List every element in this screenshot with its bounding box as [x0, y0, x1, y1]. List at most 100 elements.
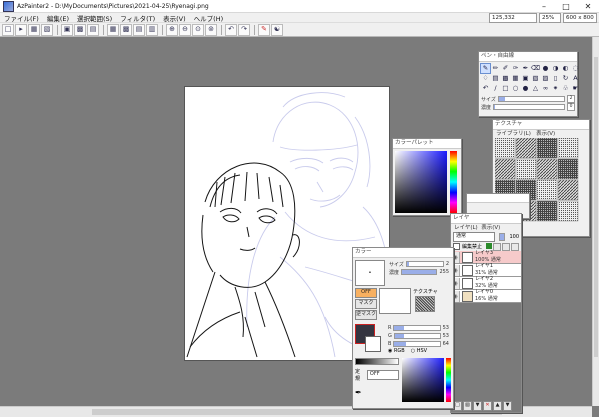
smudge-icon[interactable]: ◌	[571, 64, 580, 73]
save-as-icon[interactable]: ▧	[41, 23, 53, 36]
text-icon[interactable]: A	[571, 74, 580, 83]
tool-size-slider[interactable]	[497, 96, 565, 102]
panel-toggle-icon[interactable]: ▣	[61, 23, 73, 36]
curve-icon[interactable]: ↶	[481, 84, 490, 93]
ellipse-icon[interactable]: ○	[511, 84, 520, 93]
color-spectrum[interactable]	[393, 149, 461, 215]
texture-menu-library[interactable]: ライブラリ(L)	[496, 131, 531, 137]
minimize-button[interactable]: –	[533, 0, 555, 13]
open-file-icon[interactable]: ▸	[15, 23, 27, 36]
stamp-icon[interactable]: ♧	[561, 84, 570, 93]
move-icon[interactable]: ▯	[551, 74, 560, 83]
brush-icon[interactable]: ✏	[491, 64, 500, 73]
menu-view[interactable]: 表示(V)	[159, 13, 190, 23]
horizontal-scroll-thumb[interactable]	[92, 409, 502, 415]
menu-help[interactable]: ヘルプ(H)	[190, 13, 227, 23]
zoom-in-icon[interactable]: ⊕	[166, 23, 178, 36]
tool-density-slider[interactable]	[493, 104, 565, 110]
panel-toggle-icon[interactable]: ▩	[74, 23, 86, 36]
texture-icon[interactable]: ▩	[501, 74, 510, 83]
copy-icon[interactable]: ▧	[531, 74, 540, 83]
grid-icon[interactable]: ▦	[107, 23, 119, 36]
blend-mode-select[interactable]: 通常	[453, 232, 495, 242]
redo-icon[interactable]: ↷	[238, 23, 250, 36]
layer-menu-layer[interactable]: レイヤ(L)	[454, 225, 478, 231]
tool-icon[interactable]: ✎	[258, 23, 270, 36]
new-layer-icon[interactable]	[486, 242, 492, 249]
close-button[interactable]: ✕	[577, 0, 599, 13]
grid-icon[interactable]: ▥	[146, 23, 158, 36]
eraser-icon[interactable]: ⌫	[531, 64, 540, 73]
background-color-swatch[interactable]	[365, 336, 381, 352]
line-icon[interactable]: /	[491, 84, 500, 93]
texture-preview[interactable]	[415, 296, 436, 312]
pattern-icon[interactable]: ▦	[511, 74, 520, 83]
vertical-scroll-thumb[interactable]	[594, 57, 598, 357]
tool-icon[interactable]: ☯	[271, 23, 283, 36]
color-picker-field[interactable]	[401, 358, 451, 402]
spray-icon[interactable]: ⁕	[551, 84, 560, 93]
color-swatch-pair[interactable]	[355, 324, 383, 354]
layer-option-icon[interactable]	[502, 242, 510, 251]
fill-icon[interactable]: ♢	[481, 74, 490, 83]
polygon-icon[interactable]: △	[531, 84, 540, 93]
layer-menu-view[interactable]: 表示(V)	[481, 225, 500, 231]
texture-menu-view[interactable]: 表示(V)	[536, 131, 555, 137]
layer-option-icon[interactable]	[493, 242, 501, 251]
zoom-fit-icon[interactable]: ⊚	[205, 23, 217, 36]
reverse-mask-button[interactable]: 逆マスク	[355, 310, 377, 320]
layer-add-icon[interactable]: □	[453, 401, 462, 411]
hsv-radio[interactable]: ○ HSV	[411, 348, 427, 354]
layer-option-icon[interactable]	[511, 242, 519, 251]
layer-down-icon[interactable]: ▼	[503, 401, 512, 411]
menu-edit[interactable]: 編集(E)	[43, 13, 73, 23]
blur-icon[interactable]: ●	[541, 64, 550, 73]
gradient-icon[interactable]: ▤	[491, 74, 500, 83]
red-slider[interactable]	[393, 325, 441, 331]
menu-filter[interactable]: フィルタ(T)	[116, 13, 159, 23]
menu-selection[interactable]: 選択範囲(S)	[73, 13, 116, 23]
layer-copy-icon[interactable]: ▧	[463, 401, 472, 411]
layer-delete-icon[interactable]: ✕	[483, 401, 492, 411]
edit-lock-checkbox[interactable]	[453, 243, 460, 250]
paste-icon[interactable]: ▨	[541, 74, 550, 83]
rotate-icon[interactable]: ↻	[561, 74, 570, 83]
dodge-icon[interactable]: ◑	[551, 64, 560, 73]
grid-icon[interactable]: ▩	[120, 23, 132, 36]
layer-row[interactable]: ◉ レイヤ0 16% 通常	[451, 289, 521, 303]
brush-density-slider[interactable]	[401, 269, 438, 275]
ruler-select[interactable]: OFF	[366, 370, 399, 380]
airbrush-icon[interactable]: ✒	[521, 64, 530, 73]
rgb-radio[interactable]: ◉ RGB	[388, 348, 405, 354]
zoom-reset-icon[interactable]: ⊙	[192, 23, 204, 36]
brush-size-slider[interactable]	[405, 261, 444, 267]
pen-icon[interactable]: ✎	[480, 63, 491, 74]
tool-density-value[interactable]: 0	[567, 103, 575, 111]
grid-icon[interactable]: ▤	[133, 23, 145, 36]
menu-file[interactable]: ファイル(F)	[0, 13, 43, 23]
burn-icon[interactable]: ◐	[561, 64, 570, 73]
mask-button[interactable]: マスク	[355, 299, 377, 309]
layer-opacity-slider[interactable]	[499, 233, 506, 241]
brush-shape-preview[interactable]	[379, 288, 411, 314]
rect-icon[interactable]: □	[501, 84, 510, 93]
lasso-icon[interactable]: ∞	[541, 84, 550, 93]
zoom-out-icon[interactable]: ⊖	[179, 23, 191, 36]
gradient-bar[interactable]	[355, 358, 399, 365]
fill-ellipse-icon[interactable]: ●	[521, 84, 530, 93]
save-icon[interactable]: ▦	[28, 23, 40, 36]
vertical-scrollbar[interactable]	[592, 37, 599, 406]
eyedropper-icon[interactable]: ✒	[355, 388, 399, 397]
undo-icon[interactable]: ↶	[225, 23, 237, 36]
select-icon[interactable]: ▣	[521, 74, 530, 83]
layer-merge-icon[interactable]: ▼	[473, 401, 482, 411]
off-button[interactable]: OFF	[355, 288, 377, 298]
tool-size-value[interactable]: 2	[567, 95, 575, 103]
marker-icon[interactable]: ✑	[511, 64, 520, 73]
new-file-icon[interactable]: □	[2, 23, 14, 36]
green-slider[interactable]	[393, 333, 441, 339]
pencil-icon[interactable]: ✐	[501, 64, 510, 73]
maximize-button[interactable]: □	[555, 0, 577, 13]
layer-up-icon[interactable]: ▲	[493, 401, 502, 411]
panel-toggle-icon[interactable]: ▤	[87, 23, 99, 36]
